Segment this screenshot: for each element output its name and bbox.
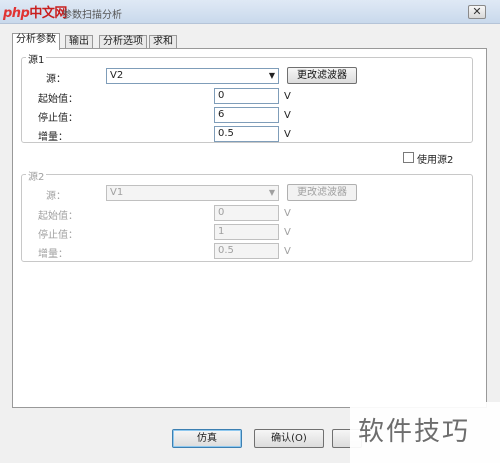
source1-group: 源1 源： V2 ▼ 更改滤波器 起始值： 0 V 停止值： 6 V 增量： 0… (21, 51, 473, 143)
analysis-parameters-panel: 源1 源： V2 ▼ 更改滤波器 起始值： 0 V 停止值： 6 V 增量： 0… (12, 48, 487, 408)
site-logo: php中文网 (3, 2, 67, 21)
source2-stop-label: 停止值： (38, 230, 78, 241)
watermark: 软件技巧 (350, 402, 500, 463)
source1-stop-unit: V (284, 110, 291, 121)
source1-step-unit: V (284, 129, 291, 140)
source1-stop-input[interactable]: 6 (214, 107, 279, 123)
source2-start-input[interactable]: 0 (214, 205, 279, 221)
source2-stop-input[interactable]: 1 (214, 224, 279, 240)
title-bar: php中文网 参数扫描分析 ✕ (0, 0, 500, 24)
source2-stop-unit: V (284, 227, 291, 238)
source2-change-filter-button[interactable]: 更改滤波器 (287, 184, 357, 201)
source1-legend: 源1 (26, 51, 47, 66)
source1-start-unit: V (284, 91, 291, 102)
tab-summary[interactable]: 求和 (149, 35, 177, 49)
chevron-down-icon: ▼ (268, 71, 275, 80)
source1-source-label: 源： (46, 74, 66, 85)
source1-stop-label: 停止值： (38, 113, 78, 124)
source1-step-label: 增量： (38, 132, 68, 143)
source2-start-unit: V (284, 208, 291, 219)
simulate-button[interactable]: 仿真 (172, 429, 242, 448)
chevron-down-icon: ▼ (268, 188, 275, 197)
source1-source-select[interactable]: V2 ▼ (106, 68, 279, 84)
source2-step-input[interactable]: 0.5 (214, 243, 279, 259)
source1-change-filter-button[interactable]: 更改滤波器 (287, 67, 357, 84)
source1-step-input[interactable]: 0.5 (214, 126, 279, 142)
use-source2-checkbox[interactable] (403, 152, 414, 163)
tab-analysis-parameters[interactable]: 分析参数 (12, 33, 60, 50)
source2-step-unit: V (284, 246, 291, 257)
source1-start-label: 起始值： (38, 94, 78, 105)
ok-button[interactable]: 确认(O) (254, 429, 324, 448)
logo-php-text: php (3, 6, 30, 21)
source2-legend: 源2 (26, 168, 47, 183)
use-source2-label: 使用源2 (417, 155, 454, 166)
source2-source-value: V1 (110, 187, 124, 198)
close-icon: ✕ (472, 5, 482, 18)
source2-source-select[interactable]: V1 ▼ (106, 185, 279, 201)
source2-source-label: 源： (46, 191, 66, 202)
tab-analysis-options[interactable]: 分析选项 (99, 35, 147, 49)
source2-step-label: 增量： (38, 249, 68, 260)
close-button[interactable]: ✕ (468, 5, 486, 19)
source1-source-value: V2 (110, 70, 124, 81)
window-title: 参数扫描分析 (62, 10, 122, 21)
source1-start-input[interactable]: 0 (214, 88, 279, 104)
source2-group: 源2 源： V1 ▼ 更改滤波器 起始值： 0 V 停止值： 1 V 增量： 0… (21, 168, 473, 262)
source2-start-label: 起始值： (38, 211, 78, 222)
tab-output[interactable]: 输出 (65, 35, 93, 49)
